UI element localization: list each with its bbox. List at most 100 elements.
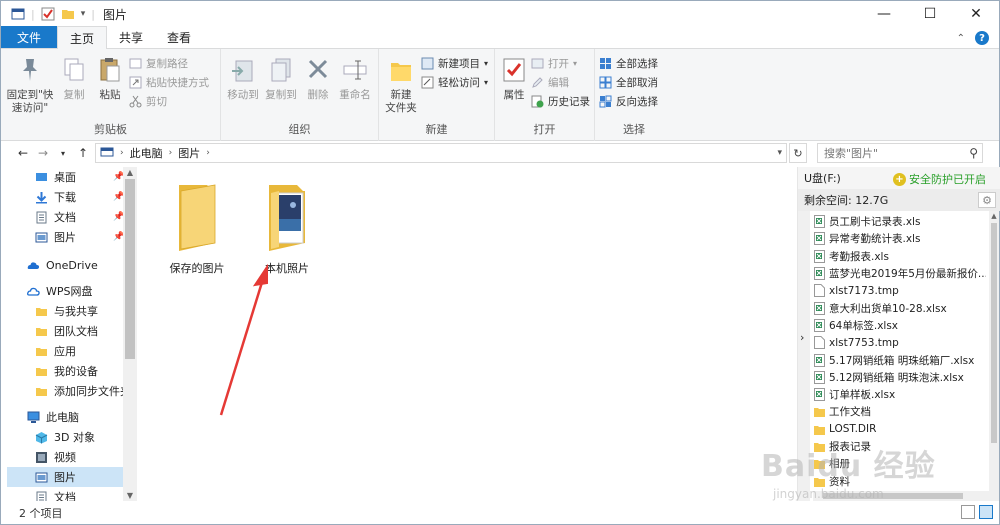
address-bar[interactable]: › 此电脑 › 图片 › ▾ bbox=[95, 143, 787, 163]
rename-icon bbox=[343, 60, 367, 80]
scroll-up-icon[interactable]: ▲ bbox=[123, 168, 137, 177]
invert-selection-button[interactable]: 反向选择 bbox=[599, 93, 658, 109]
excel-file-icon bbox=[814, 370, 825, 384]
customize-dropdown-icon[interactable]: ▾ bbox=[81, 9, 86, 19]
breadcrumb-pictures[interactable]: 图片 bbox=[178, 145, 200, 161]
udisk-file-item[interactable]: xlst7173.tmp bbox=[814, 282, 986, 299]
udisk-header: U盘(F:) + 安全防护已开启 bbox=[798, 167, 1000, 189]
new-item-icon bbox=[421, 57, 434, 69]
nav-item-desktop[interactable]: 桌面 bbox=[35, 167, 76, 187]
explorer-window: | ▾ | 图片 — ☐ ✕ 文件 主页 共享 查看 ⌃ ? 固定到"快速访问" bbox=[0, 0, 1000, 525]
udisk-file-item[interactable]: 考勤报表.xls bbox=[814, 248, 986, 265]
nav-item-add-sync-folder[interactable]: 添加同步文件夹 bbox=[35, 381, 131, 401]
copy-path-button[interactable]: 复制路径 bbox=[129, 55, 209, 71]
paste-shortcut-button[interactable]: 粘贴快捷方式 bbox=[129, 74, 209, 90]
search-box[interactable]: 搜索"图片" ⚲ bbox=[817, 143, 983, 163]
paste-label: 粘贴 bbox=[99, 89, 121, 101]
open-button[interactable]: 打开 ▾ bbox=[531, 55, 590, 71]
udisk-file-item[interactable]: 订单样板.xlsx bbox=[814, 386, 986, 403]
folder-icon bbox=[36, 367, 47, 376]
udisk-file-item[interactable]: 5.12网销纸箱 明珠泡沫.xlsx bbox=[814, 369, 986, 386]
copy-path-label: 复制路径 bbox=[146, 57, 188, 70]
nav-label: OneDrive bbox=[46, 258, 98, 272]
tab-view[interactable]: 查看 bbox=[155, 26, 203, 48]
udisk-file-item[interactable]: 员工刷卡记录表.xls bbox=[814, 213, 986, 230]
nav-item-documents[interactable]: 文档 bbox=[35, 207, 76, 227]
film-icon bbox=[36, 451, 47, 463]
wps-cloud-icon bbox=[27, 287, 40, 296]
udisk-file-item[interactable]: xlst7753.tmp bbox=[814, 334, 986, 351]
back-button[interactable]: ← bbox=[13, 146, 33, 160]
nav-item-my-devices[interactable]: 我的设备 bbox=[35, 361, 98, 381]
nav-item-3d-objects[interactable]: 3D 对象 bbox=[35, 427, 95, 447]
address-dropdown-icon[interactable]: ▾ bbox=[777, 148, 782, 158]
forward-button[interactable]: → bbox=[33, 146, 53, 160]
nav-item-pictures[interactable]: 图片 bbox=[35, 227, 76, 247]
udisk-file-label: 订单样板.xlsx bbox=[829, 389, 896, 402]
excel-file-icon bbox=[814, 215, 825, 229]
udisk-file-item[interactable]: 64单标签.xlsx bbox=[814, 317, 986, 334]
easy-access-button[interactable]: 轻松访问 ▾ bbox=[421, 74, 488, 90]
select-all-button[interactable]: 全部选择 bbox=[599, 55, 658, 71]
new-item-button[interactable]: 新建项目 ▾ bbox=[421, 55, 488, 71]
tab-file[interactable]: 文件 bbox=[1, 26, 58, 48]
recent-locations-button[interactable]: ▾ bbox=[53, 149, 73, 158]
nav-item-this-pc[interactable]: 此电脑 bbox=[27, 407, 79, 427]
nav-item-apps[interactable]: 应用 bbox=[35, 341, 76, 361]
close-button[interactable]: ✕ bbox=[953, 1, 999, 27]
nav-label: 3D 对象 bbox=[54, 431, 95, 444]
edit-icon bbox=[532, 76, 543, 88]
search-icon: ⚲ bbox=[969, 146, 978, 160]
window-icon bbox=[11, 8, 25, 20]
udisk-file-item[interactable]: 异常考勤统计表.xls bbox=[814, 230, 986, 247]
large-icons-view-icon[interactable] bbox=[979, 505, 993, 519]
minimize-button[interactable]: — bbox=[861, 1, 907, 27]
tab-share[interactable]: 共享 bbox=[107, 26, 155, 48]
cut-button[interactable]: 剪切 bbox=[129, 93, 209, 109]
document-icon bbox=[36, 211, 47, 223]
nav-item-videos[interactable]: 视频 bbox=[35, 447, 76, 467]
udisk-file-item[interactable]: 5.17网销纸箱 明珠纸箱厂.xlsx bbox=[814, 351, 986, 368]
nav-item-onedrive[interactable]: OneDrive bbox=[27, 255, 98, 275]
excel-file-icon bbox=[814, 388, 825, 402]
details-view-icon[interactable] bbox=[961, 505, 975, 519]
udisk-scrollbar[interactable]: ▲ bbox=[989, 211, 999, 501]
refresh-button[interactable]: ↻ bbox=[789, 143, 807, 163]
udisk-scrollbar-thumb[interactable] bbox=[991, 223, 997, 443]
breadcrumb-this-pc[interactable]: 此电脑 bbox=[130, 145, 163, 161]
nav-item-shared-with-me[interactable]: 与我共享 bbox=[35, 301, 98, 321]
gear-icon[interactable]: ⚙ bbox=[978, 192, 996, 208]
folder-icon bbox=[36, 387, 47, 396]
properties-check-icon[interactable] bbox=[41, 7, 55, 21]
nav-scrollbar[interactable]: ▲ ▼ bbox=[123, 167, 137, 501]
excel-file-icon bbox=[814, 249, 825, 263]
udisk-file-item[interactable]: 工作文档 bbox=[814, 403, 986, 420]
copy-to-label: 复制到 bbox=[265, 89, 297, 101]
nav-item-downloads[interactable]: 下载 bbox=[35, 187, 76, 207]
nav-item-team-docs[interactable]: 团队文档 bbox=[35, 321, 98, 341]
security-status[interactable]: + 安全防护已开启 bbox=[893, 171, 986, 187]
udisk-file-item[interactable]: LOST.DIR bbox=[814, 421, 986, 438]
collapse-ribbon-icon[interactable]: ⌃ bbox=[957, 33, 965, 44]
select-none-button[interactable]: 全部取消 bbox=[599, 74, 658, 90]
tab-home[interactable]: 主页 bbox=[57, 26, 108, 49]
copy-to-icon bbox=[271, 58, 291, 82]
nav-item-wps-drive[interactable]: WPS网盘 bbox=[27, 281, 93, 301]
scroll-up-icon[interactable]: ▲ bbox=[989, 212, 999, 220]
new-group: 新建 文件夹 新建项目 ▾ 轻松访问 ▾ 新建 bbox=[379, 49, 495, 141]
maximize-button[interactable]: ☐ bbox=[907, 1, 953, 27]
nav-scrollbar-thumb[interactable] bbox=[125, 179, 135, 359]
up-button[interactable]: ↑ bbox=[73, 146, 93, 160]
new-folder-icon[interactable] bbox=[61, 7, 75, 21]
scroll-down-icon[interactable]: ▼ bbox=[123, 491, 137, 500]
nav-label: 图片 bbox=[54, 231, 76, 244]
help-icon[interactable]: ? bbox=[975, 31, 989, 45]
excel-file-icon bbox=[814, 267, 825, 281]
folder-icon bbox=[814, 408, 825, 418]
udisk-file-item[interactable]: 蓝梦光电2019年5月份最新报价... bbox=[814, 265, 986, 282]
edit-button[interactable]: 编辑 bbox=[531, 74, 590, 90]
nav-item-pc-pictures[interactable]: 图片 bbox=[7, 467, 123, 487]
copy-label: 复制 bbox=[63, 89, 85, 101]
udisk-file-item[interactable]: 意大利出货单10-28.xlsx bbox=[814, 299, 986, 316]
history-button[interactable]: 历史记录 bbox=[531, 93, 590, 109]
